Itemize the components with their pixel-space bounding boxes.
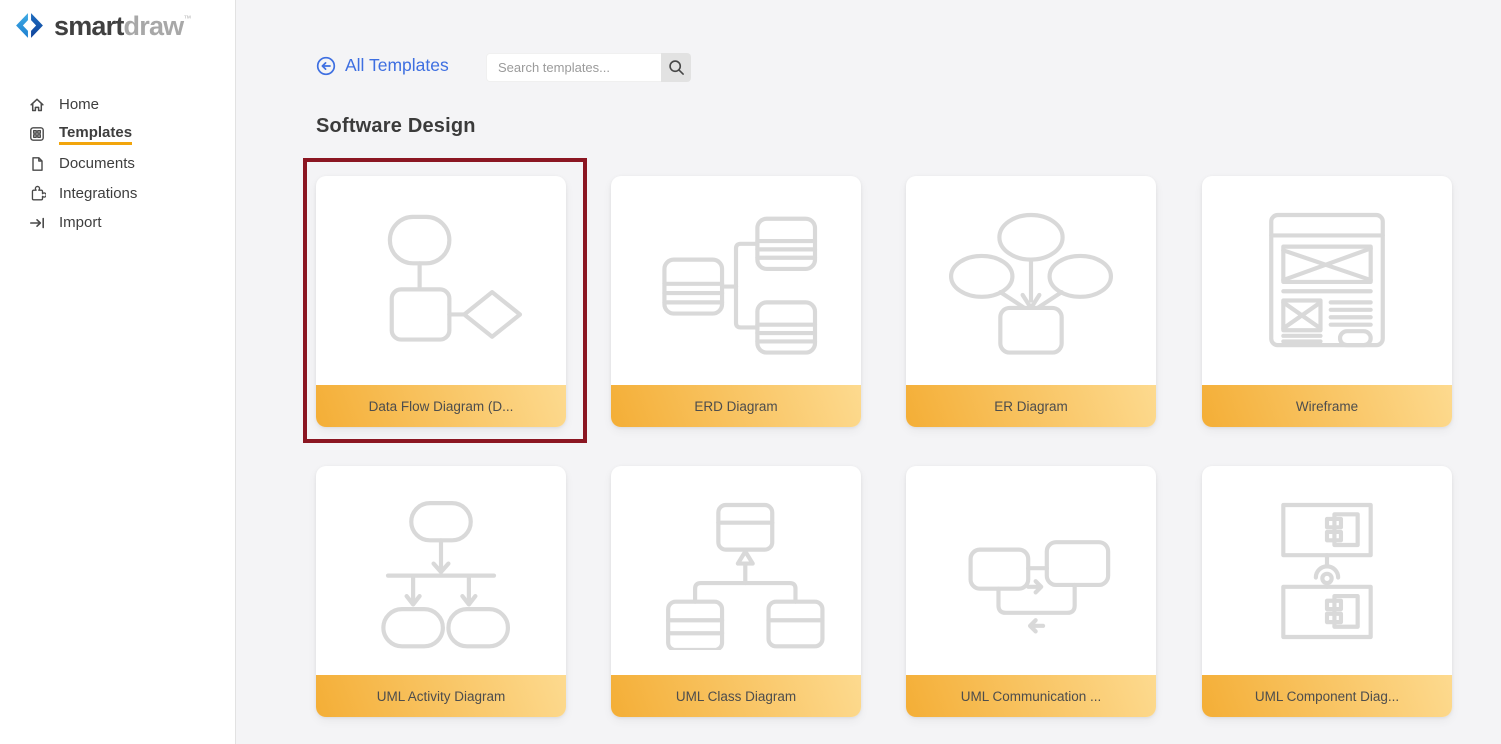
card-preview (1202, 466, 1452, 675)
uml-component-preview-icon (1234, 492, 1420, 650)
template-card-er-diagram[interactable]: ER Diagram (906, 176, 1156, 427)
logo-wordmark: smartdraw™ (54, 13, 191, 40)
card-label: UML Class Diagram (611, 675, 861, 717)
template-card-data-flow-diagram[interactable]: Data Flow Diagram (D... (316, 176, 566, 427)
template-search-bar (486, 53, 691, 82)
sidebar: smartdraw™ Home Template (0, 0, 236, 744)
card-label: UML Activity Diagram (316, 675, 566, 717)
documents-icon (28, 155, 46, 173)
template-card-uml-activity-diagram[interactable]: UML Activity Diagram (316, 466, 566, 717)
uml-class-preview-icon (643, 492, 829, 650)
sidebar-item-home[interactable]: Home (0, 90, 235, 120)
template-card-uml-component-diagram[interactable]: UML Component Diag... (1202, 466, 1452, 717)
sidebar-item-label: Home (59, 96, 99, 113)
integrations-icon (28, 184, 46, 202)
sidebar-item-label: Integrations (59, 185, 137, 202)
sidebar-item-import[interactable]: Import (0, 208, 235, 238)
dfd-preview-icon (348, 202, 534, 360)
template-card-wireframe[interactable]: Wireframe (1202, 176, 1452, 427)
card-preview (906, 176, 1156, 385)
card-preview (611, 176, 861, 385)
home-icon (28, 96, 46, 114)
card-label: Data Flow Diagram (D... (316, 385, 566, 427)
card-label: UML Component Diag... (1202, 675, 1452, 717)
main-content: All Templates Software Design D (236, 0, 1501, 744)
uml-communication-preview-icon (938, 492, 1124, 650)
template-card-erd-diagram[interactable]: ERD Diagram (611, 176, 861, 427)
card-preview (1202, 176, 1452, 385)
back-link-label: All Templates (345, 55, 449, 76)
card-label: Wireframe (1202, 385, 1452, 427)
template-card-uml-communication-diagram[interactable]: UML Communication ... (906, 466, 1156, 717)
sidebar-item-label: Documents (59, 155, 135, 172)
page-title: Software Design (316, 115, 476, 138)
import-icon (28, 214, 46, 232)
er-preview-icon (938, 202, 1124, 360)
search-button[interactable] (661, 53, 691, 82)
smartdraw-logo-icon (13, 10, 46, 43)
templates-icon (28, 125, 46, 143)
all-templates-back-link[interactable]: All Templates (316, 55, 449, 76)
sidebar-item-label: Import (59, 214, 102, 231)
card-preview (316, 466, 566, 675)
uml-activity-preview-icon (348, 492, 534, 650)
card-label: ERD Diagram (611, 385, 861, 427)
card-preview (316, 176, 566, 385)
card-preview (611, 466, 861, 675)
sidebar-item-documents[interactable]: Documents (0, 149, 235, 179)
back-arrow-icon (316, 56, 336, 76)
wireframe-preview-icon (1234, 202, 1420, 360)
sidebar-item-label: Templates (59, 124, 132, 145)
sidebar-nav: Home Templates Documents (0, 90, 235, 238)
erd-preview-icon (643, 202, 829, 360)
card-label: UML Communication ... (906, 675, 1156, 717)
template-card-uml-class-diagram[interactable]: UML Class Diagram (611, 466, 861, 717)
card-label: ER Diagram (906, 385, 1156, 427)
search-icon (668, 59, 685, 76)
sidebar-item-integrations[interactable]: Integrations (0, 179, 235, 209)
card-preview (906, 466, 1156, 675)
smartdraw-logo[interactable]: smartdraw™ (13, 10, 191, 43)
sidebar-item-templates[interactable]: Templates (0, 120, 235, 150)
search-input[interactable] (486, 53, 661, 82)
